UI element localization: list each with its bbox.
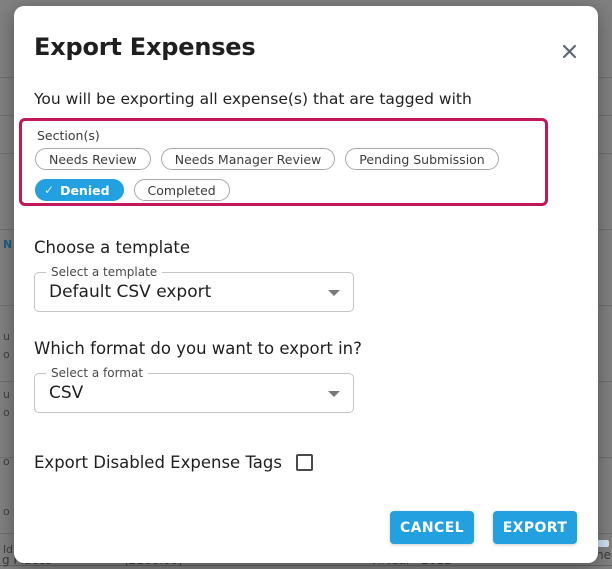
background-fragment: o	[3, 505, 10, 518]
chip-label: Needs Manager Review	[174, 151, 322, 167]
export-disabled-tags-checkbox[interactable]	[295, 454, 313, 471]
background-fragment: u	[3, 388, 10, 401]
export-button[interactable]: EXPORT	[493, 511, 577, 544]
close-icon[interactable]	[556, 38, 582, 64]
chevron-down-icon	[328, 391, 340, 397]
chip-label: Denied	[60, 182, 110, 198]
sections-label: Section(s)	[37, 128, 100, 143]
check-icon: ✓	[44, 183, 55, 197]
background-fragment: N	[3, 238, 13, 251]
dialog-description: You will be exporting all expense(s) tha…	[34, 90, 472, 108]
template-select[interactable]: Select a template Default CSV export	[34, 265, 354, 312]
chip-completed[interactable]: Completed	[133, 179, 230, 201]
chip-label: Pending Submission	[359, 151, 485, 167]
chip-pending-submission[interactable]: Pending Submission	[345, 148, 499, 170]
export-disabled-tags-row: Export Disabled Expense Tags	[34, 453, 313, 472]
background-fragment: ne	[598, 548, 611, 562]
background-fragment: o	[3, 406, 10, 419]
background-fragment: o	[3, 455, 10, 468]
sections-highlight-box: Section(s) Needs Review Needs Manager Re…	[19, 118, 548, 206]
chip-label: Needs Review	[49, 151, 137, 167]
cancel-button[interactable]: CANCEL	[390, 511, 474, 544]
background-fragment: u	[3, 330, 10, 343]
background-right-fragment: ne	[598, 548, 612, 569]
format-field-label: Select a format	[46, 366, 149, 380]
chip-denied[interactable]: ✓ Denied	[35, 179, 124, 201]
format-selected-value: CSV	[49, 383, 84, 403]
chevron-down-icon	[328, 290, 340, 296]
format-heading: Which format do you want to export in?	[34, 339, 362, 358]
chip-needs-review[interactable]: Needs Review	[35, 148, 151, 170]
chip-label: Completed	[147, 182, 216, 198]
sections-chip-list: Needs Review Needs Manager Review Pendin…	[35, 148, 540, 201]
format-select[interactable]: Select a format CSV	[34, 366, 354, 413]
chip-needs-manager-review[interactable]: Needs Manager Review	[160, 148, 336, 170]
export-expenses-dialog: Export Expenses You will be exporting al…	[14, 6, 598, 563]
template-field-label: Select a template	[46, 265, 163, 279]
template-heading: Choose a template	[34, 238, 191, 257]
page-title: Export Expenses	[34, 33, 256, 61]
template-selected-value: Default CSV export	[49, 282, 212, 302]
background-fragment: o	[3, 348, 10, 361]
export-disabled-tags-label: Export Disabled Expense Tags	[34, 453, 282, 472]
